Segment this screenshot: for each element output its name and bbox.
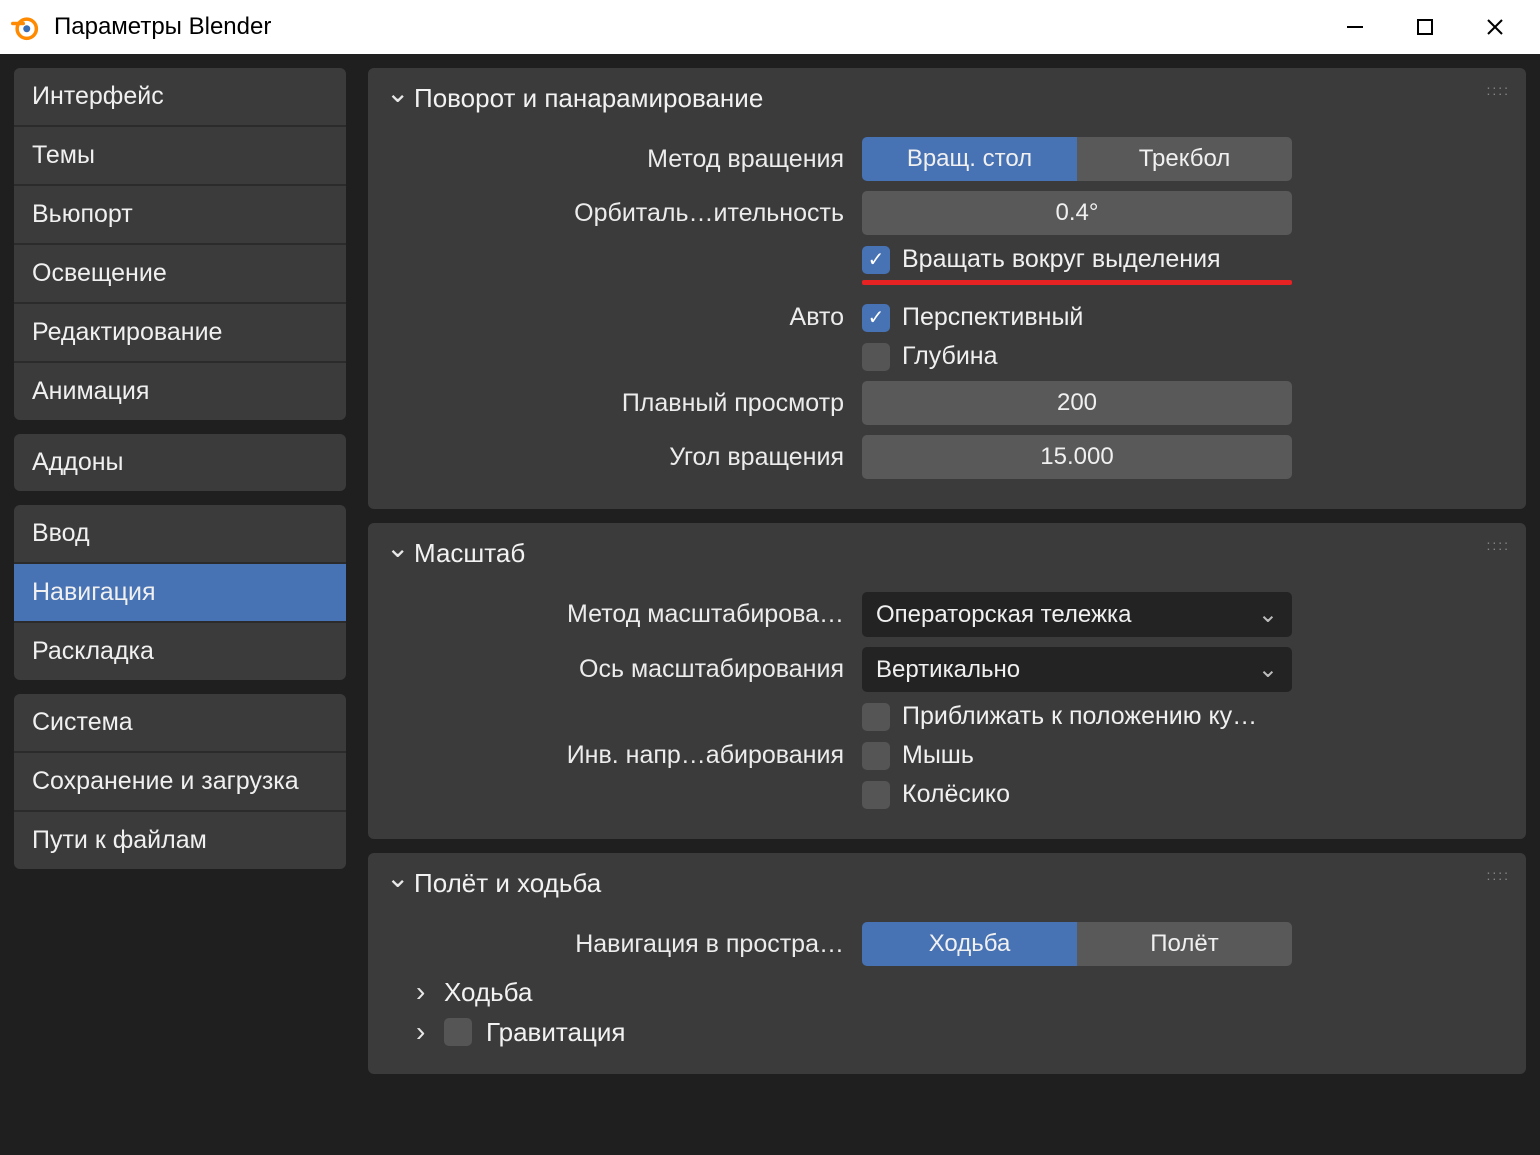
invert-wheel-checkbox[interactable] bbox=[862, 781, 890, 809]
invert-zoom-label: Инв. напр…абирования bbox=[386, 741, 862, 770]
sidebar-tab-input[interactable]: Ввод bbox=[14, 505, 346, 564]
panel-orbit-pan-header[interactable]: Поворот и панарамирование :::: bbox=[386, 82, 1508, 115]
invert-mouse-label: Мышь bbox=[902, 741, 974, 770]
panel-zoom-header[interactable]: Масштаб :::: bbox=[386, 537, 1508, 570]
auto-perspective-checkbox[interactable] bbox=[862, 304, 890, 332]
zoom-axis-dropdown[interactable]: Вертикально ⌄ bbox=[862, 647, 1292, 692]
window-close-button[interactable] bbox=[1460, 0, 1530, 54]
rotation-angle-label: Угол вращения bbox=[386, 443, 862, 472]
rotation-angle-field[interactable]: 15.000 bbox=[862, 435, 1292, 479]
smooth-view-label: Плавный просмотр bbox=[386, 389, 862, 418]
window-maximize-button[interactable] bbox=[1390, 0, 1460, 54]
orbit-sensitivity-field[interactable]: 0.4° bbox=[862, 191, 1292, 235]
invert-wheel-label: Колёсико bbox=[902, 780, 1010, 809]
sidebar-tab-keymap[interactable]: Раскладка bbox=[14, 623, 346, 680]
drag-handle-icon[interactable]: :::: bbox=[1486, 82, 1510, 98]
panel-orbit-pan: Поворот и панарамирование :::: Метод вра… bbox=[368, 68, 1526, 509]
view-navigation-walk[interactable]: Ходьба bbox=[862, 922, 1077, 966]
zoom-axis-label: Ось масштабирования bbox=[386, 655, 862, 684]
chevron-down-icon: ⌄ bbox=[1258, 600, 1278, 629]
subpanel-gravity-header[interactable]: Гравитация bbox=[416, 1016, 1508, 1048]
view-navigation-toggle[interactable]: Ходьба Полёт bbox=[862, 922, 1292, 966]
chevron-right-icon bbox=[416, 1016, 434, 1048]
chevron-down-icon bbox=[386, 867, 404, 900]
panel-fly-walk-header[interactable]: Полёт и ходьба :::: bbox=[386, 867, 1508, 900]
sidebar-tab-addons[interactable]: Аддоны bbox=[14, 434, 346, 491]
sidebar-tab-themes[interactable]: Темы bbox=[14, 127, 346, 186]
rotation-method-turntable[interactable]: Вращ. стол bbox=[862, 137, 1077, 181]
sidebar-tab-navigation[interactable]: Навигация bbox=[14, 564, 346, 623]
zoom-to-mouse-label: Приближать к положению ку… bbox=[902, 702, 1257, 731]
chevron-down-icon bbox=[386, 82, 404, 115]
drag-handle-icon[interactable]: :::: bbox=[1486, 867, 1510, 883]
rotation-method-label: Метод вращения bbox=[386, 145, 862, 174]
panel-zoom: Масштаб :::: Метод масштабирова… Операто… bbox=[368, 523, 1526, 839]
zoom-to-mouse-checkbox[interactable] bbox=[862, 703, 890, 731]
smooth-view-field[interactable]: 200 bbox=[862, 381, 1292, 425]
blender-logo-icon bbox=[10, 12, 40, 42]
chevron-down-icon: ⌄ bbox=[1258, 655, 1278, 684]
rotation-method-toggle[interactable]: Вращ. стол Трекбол bbox=[862, 137, 1292, 181]
sidebar-tab-animation[interactable]: Анимация bbox=[14, 363, 346, 420]
auto-label: Авто bbox=[386, 303, 862, 332]
view-navigation-label: Навигация в простра… bbox=[386, 930, 862, 959]
sidebar-tab-filepaths[interactable]: Пути к файлам bbox=[14, 812, 346, 869]
orbit-around-selection-checkbox[interactable] bbox=[862, 246, 890, 274]
chevron-right-icon bbox=[416, 976, 434, 1008]
auto-depth-label: Глубина bbox=[902, 342, 998, 371]
gravity-checkbox[interactable] bbox=[444, 1018, 472, 1046]
orbit-sensitivity-label: Орбиталь…ительность bbox=[386, 199, 862, 228]
window-title: Параметры Blender bbox=[54, 13, 271, 41]
sidebar-tab-editing[interactable]: Редактирование bbox=[14, 304, 346, 363]
auto-perspective-label: Перспективный bbox=[902, 303, 1083, 332]
drag-handle-icon[interactable]: :::: bbox=[1486, 537, 1510, 553]
window-titlebar: Параметры Blender bbox=[0, 0, 1540, 54]
subpanel-walk-header[interactable]: Ходьба bbox=[416, 976, 1508, 1008]
sidebar-tab-lights[interactable]: Освещение bbox=[14, 245, 346, 304]
view-navigation-fly[interactable]: Полёт bbox=[1077, 922, 1292, 966]
sidebar-tab-saveload[interactable]: Сохранение и загрузка bbox=[14, 753, 346, 812]
invert-mouse-checkbox[interactable] bbox=[862, 742, 890, 770]
sidebar-tab-viewport[interactable]: Вьюпорт bbox=[14, 186, 346, 245]
sidebar-tab-interface[interactable]: Интерфейс bbox=[14, 68, 346, 127]
panel-fly-walk: Полёт и ходьба :::: Навигация в простра…… bbox=[368, 853, 1526, 1074]
sidebar-tab-system[interactable]: Система bbox=[14, 694, 346, 753]
auto-depth-checkbox[interactable] bbox=[862, 343, 890, 371]
highlight-underline bbox=[862, 280, 1292, 285]
rotation-method-trackball[interactable]: Трекбол bbox=[1077, 137, 1292, 181]
zoom-method-label: Метод масштабирова… bbox=[386, 600, 862, 629]
window-minimize-button[interactable] bbox=[1320, 0, 1390, 54]
preferences-main: Поворот и панарамирование :::: Метод вра… bbox=[368, 68, 1526, 1155]
chevron-down-icon bbox=[386, 537, 404, 570]
preferences-sidebar: Интерфейс Темы Вьюпорт Освещение Редакти… bbox=[14, 68, 346, 1155]
zoom-method-dropdown[interactable]: Операторская тележка ⌄ bbox=[862, 592, 1292, 637]
orbit-around-selection-label: Вращать вокруг выделения bbox=[902, 245, 1221, 274]
